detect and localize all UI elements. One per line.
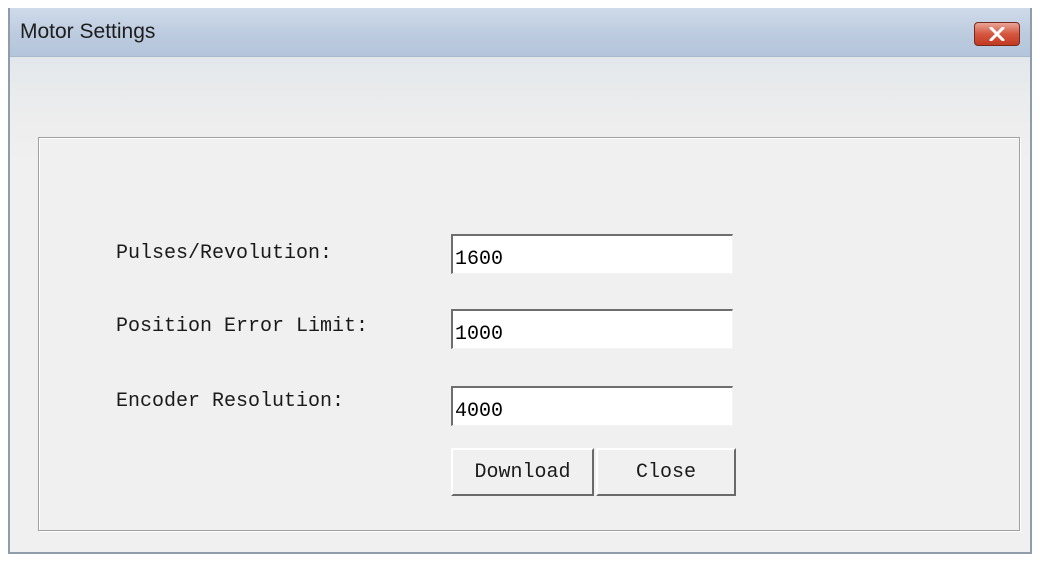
position-error-limit-label: Position Error Limit: — [116, 315, 369, 338]
close-window-button[interactable] — [974, 22, 1020, 46]
close-button[interactable]: Close — [596, 448, 736, 496]
close-x-icon — [989, 27, 1005, 41]
download-button[interactable]: Download — [451, 448, 594, 496]
dialog-client-area: Pulses/Revolution: Position Error Limit:… — [10, 57, 1030, 552]
pulses-per-revolution-input[interactable] — [451, 234, 733, 274]
download-button-label: Download — [474, 460, 571, 484]
encoder-resolution-label: Encoder Resolution: — [116, 390, 345, 413]
encoder-resolution-input[interactable] — [451, 386, 733, 426]
position-error-limit-input[interactable] — [451, 309, 733, 349]
title-bar[interactable]: Motor Settings — [10, 8, 1030, 57]
window-title: Motor Settings — [20, 20, 156, 43]
settings-group-box: Pulses/Revolution: Position Error Limit:… — [38, 137, 1020, 531]
motor-settings-window: Motor Settings Pulses/Revolution: Positi… — [8, 8, 1032, 554]
pulses-per-revolution-label: Pulses/Revolution: — [116, 242, 333, 265]
close-button-label: Close — [635, 460, 696, 484]
